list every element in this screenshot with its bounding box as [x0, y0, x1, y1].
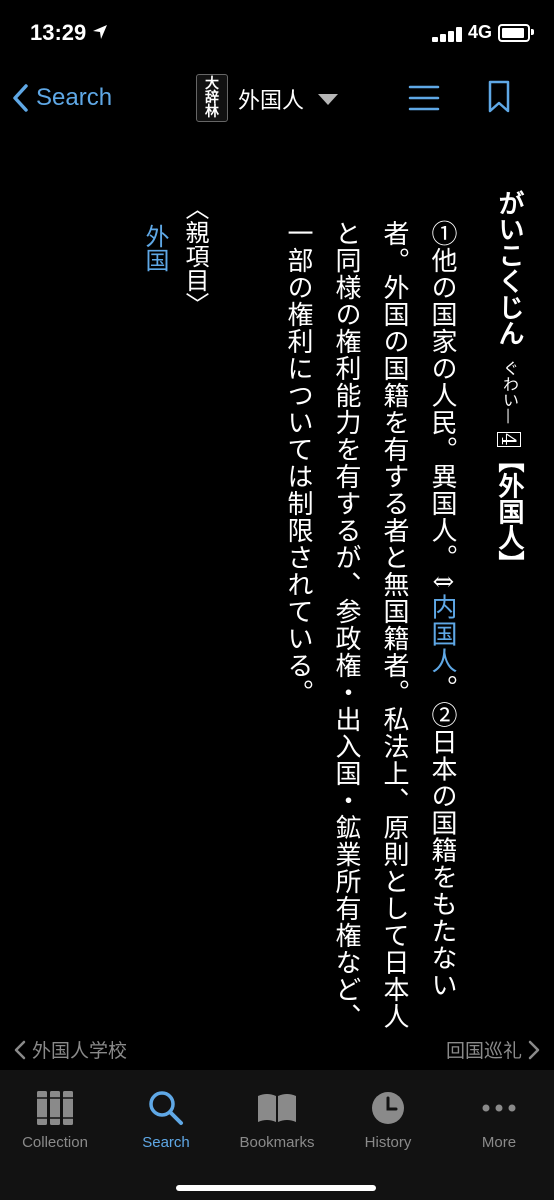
tab-more[interactable]: More	[444, 1088, 554, 1151]
previous-entry-label: 外国人学校	[32, 1040, 128, 1062]
tab-collection-label: Collection	[22, 1134, 88, 1151]
cellular-signal-icon	[432, 26, 464, 42]
next-entry-link[interactable]: 回国巡礼	[446, 1036, 540, 1063]
tab-history-label: History	[364, 1134, 412, 1151]
entry-headword-line: がいこくじんぐわい— 4【外国人】	[492, 190, 527, 1030]
tab-bookmarks[interactable]: Bookmarks	[222, 1088, 332, 1151]
reading: ぐわい—	[500, 360, 519, 424]
more-icon	[482, 1104, 516, 1112]
next-entry-label: 回国巡礼	[445, 1040, 522, 1062]
battery-tip	[531, 29, 534, 35]
tab-bar: Collection Search Bookmarks History More	[0, 1070, 554, 1200]
logo-char: 辞	[205, 90, 219, 106]
dictionary-logo: 大 辞 林	[196, 74, 228, 122]
chevron-left-icon	[13, 84, 28, 112]
status-bar: 13:29 4G	[0, 0, 554, 70]
entry-title-dropdown[interactable]: 外国人	[238, 82, 339, 116]
location-arrow-icon	[93, 25, 107, 39]
headword-kanji: 【外国人】	[494, 446, 524, 577]
headword: がいこくじん	[494, 190, 524, 346]
network-type: 4G	[468, 22, 493, 42]
parent-entry-link[interactable]: 外国	[140, 224, 170, 272]
tab-history[interactable]: History	[333, 1088, 443, 1151]
book-icon	[258, 1094, 296, 1122]
tab-more-label: More	[481, 1134, 517, 1151]
logo-char: 大	[205, 76, 219, 92]
previous-entry-link[interactable]: 外国人学校	[14, 1036, 127, 1063]
status-time: 13:29	[30, 20, 87, 45]
chevron-right-icon	[528, 1040, 540, 1059]
list-icon[interactable]	[408, 84, 440, 112]
search-icon	[149, 1091, 183, 1125]
logo-char: 林	[205, 104, 219, 120]
bookmark-icon[interactable]	[487, 80, 511, 114]
tab-bookmarks-label: Bookmarks	[239, 1134, 315, 1151]
collection-icon	[37, 1091, 73, 1125]
clock-icon	[372, 1092, 404, 1124]
battery-icon	[498, 24, 530, 42]
entry-title: 外国人	[238, 89, 305, 114]
home-indicator[interactable]	[176, 1185, 376, 1191]
chevron-left-icon	[14, 1040, 26, 1059]
tab-search[interactable]: Search	[111, 1088, 221, 1151]
sense-1-text: ①他の国家の人民。異国人。⇕	[427, 220, 457, 594]
accent-marker: 4	[497, 432, 521, 447]
tab-search-label: Search	[142, 1134, 190, 1151]
parent-entry-label: 〈親項目〉	[181, 196, 209, 316]
back-button[interactable]: Search	[12, 78, 112, 118]
back-button-label: Search	[36, 84, 113, 111]
entry-definition: ①他の国家の人民。異国人。⇕内国人。②日本の国籍をもたない者。外国の国籍を有する…	[274, 220, 466, 1040]
antonym-link[interactable]: 内国人	[427, 594, 457, 675]
sense-1-end: 。	[427, 674, 457, 702]
caret-down-icon	[318, 93, 339, 105]
tab-collection[interactable]: Collection	[0, 1088, 110, 1151]
